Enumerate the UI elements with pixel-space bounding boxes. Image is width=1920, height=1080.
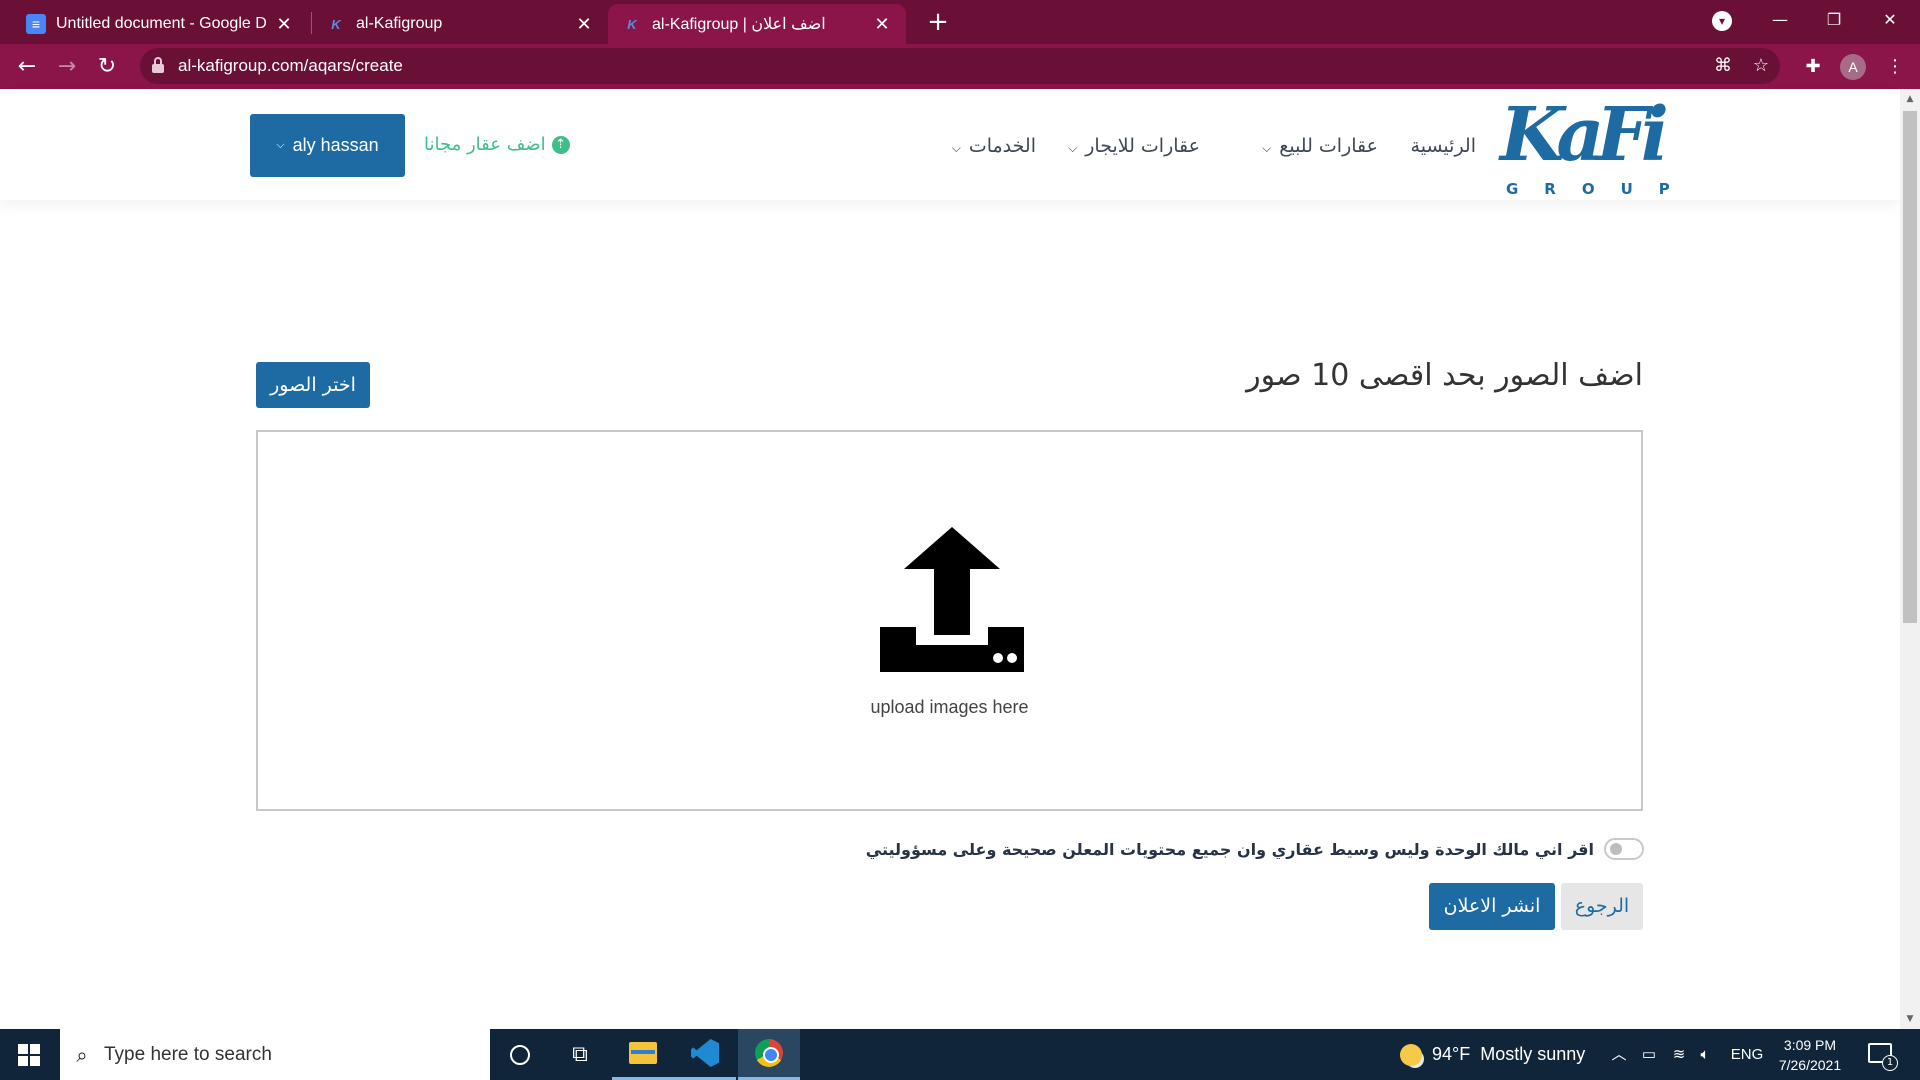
chevron-down-icon: ⌵ xyxy=(276,139,285,151)
site-header: KaFi GROUP الرئيسية عقارات للبيع ⌵ عقارات… xyxy=(0,89,1900,200)
nav-for-sale[interactable]: عقارات للبيع ⌵ xyxy=(1262,135,1378,157)
upload-hint-text: upload images here xyxy=(870,697,1029,717)
scrollbar-thumb[interactable] xyxy=(1903,111,1917,623)
task-view-button[interactable]: ⧉ xyxy=(549,1029,611,1080)
input-language[interactable]: ENG xyxy=(1726,1029,1768,1080)
notification-center-icon[interactable]: 1 xyxy=(1868,1043,1898,1071)
menu-kebab-icon[interactable]: ⋮ xyxy=(1880,52,1910,82)
upload-plus-icon: ⇡ xyxy=(551,135,570,154)
system-clock[interactable]: 3:09 PM 7/26/2021 xyxy=(1770,1035,1850,1075)
docs-icon: ≡ xyxy=(26,14,46,34)
cortana-button[interactable] xyxy=(489,1029,551,1080)
browser-toolbar: ← → ↻ al-kafigroup.com/aqars/create ⌘ ☆ … xyxy=(0,44,1920,89)
user-menu-button[interactable]: ⌵ aly hassan xyxy=(250,114,405,177)
add-free-label: اضف عقار مجانا xyxy=(424,134,546,155)
scroll-down-arrow-icon[interactable]: ▼ xyxy=(1900,1009,1920,1029)
nav-label: عقارات للايجار xyxy=(1085,135,1200,157)
address-bar[interactable]: al-kafigroup.com/aqars/create ⌘ ☆ xyxy=(140,48,1780,84)
forward-arrow-icon[interactable]: → xyxy=(50,50,84,84)
reload-icon[interactable]: ↻ xyxy=(90,50,124,84)
logo-subtitle: GROUP xyxy=(1506,180,1696,198)
nav-label: عقارات للبيع xyxy=(1279,135,1378,157)
publish-listing-button[interactable]: انشر الاعلان xyxy=(1429,883,1555,930)
notification-count-badge: 1 xyxy=(1882,1055,1898,1071)
windows-taskbar: ⌕ Type here to search ⧉ 94°F Mostly sunn… xyxy=(0,1029,1920,1080)
volume-icon[interactable]: 🔈︎ xyxy=(1692,1029,1718,1080)
page-scrollbar[interactable]: ▲ ▼ xyxy=(1900,89,1920,1029)
tab-title: Untitled document - Google Docs xyxy=(56,15,266,32)
back-arrow-icon[interactable]: ← xyxy=(10,50,44,84)
tab-al-kafigroup[interactable]: K al-Kafigroup ✕ xyxy=(312,4,608,44)
wifi-icon[interactable]: ≋ xyxy=(1666,1029,1692,1080)
weather-condition: Mostly sunny xyxy=(1480,1044,1586,1064)
kafi-group-logo[interactable]: KaFi GROUP xyxy=(1500,92,1670,198)
file-explorer-icon xyxy=(629,1042,657,1064)
tab-google-docs[interactable]: ≡ Untitled document - Google Docs ✕ xyxy=(12,4,308,44)
ownership-confirmation: اقر اني مالك الوحدة وليس وسيط عقاري وان … xyxy=(866,838,1644,860)
search-icon: ⌕ xyxy=(76,1042,88,1067)
taskbar-search-placeholder: Type here to search xyxy=(104,1043,272,1065)
image-dropzone[interactable]: upload images here xyxy=(256,430,1643,811)
vscode-icon xyxy=(691,1039,719,1067)
ownership-toggle[interactable] xyxy=(1604,838,1644,860)
minimize-icon[interactable]: — xyxy=(1752,0,1808,40)
chevron-down-icon: ⌵ xyxy=(1262,141,1272,155)
url-text[interactable]: al-kafigroup.com/aqars/create xyxy=(178,48,403,84)
close-icon[interactable]: ✕ xyxy=(574,14,594,35)
nav-for-rent[interactable]: عقارات للايجار ⌵ xyxy=(1068,135,1200,157)
add-free-listing-link[interactable]: ⇡ اضف عقار مجانا xyxy=(424,134,570,155)
chevron-down-icon: ⌵ xyxy=(1068,141,1078,155)
new-tab-button[interactable]: + xyxy=(922,6,954,38)
chrome-taskbar-button[interactable] xyxy=(738,1029,800,1080)
chevron-down-icon: ⌵ xyxy=(951,141,961,155)
file-explorer-button[interactable] xyxy=(612,1029,674,1080)
close-icon[interactable]: ✕ xyxy=(872,14,892,35)
tab-search-icon[interactable]: ▾ xyxy=(1712,11,1732,31)
kafi-icon: K xyxy=(627,16,637,32)
toggle-knob xyxy=(1610,843,1622,855)
ownership-confirmation-label[interactable]: اقر اني مالك الوحدة وليس وسيط عقاري وان … xyxy=(866,840,1594,859)
clock-date: 7/26/2021 xyxy=(1778,1057,1842,1073)
close-icon[interactable]: ✕ xyxy=(274,14,294,35)
bookmark-star-icon[interactable]: ☆ xyxy=(1746,51,1776,81)
tab-title: al-Kafigroup | اضف اعلان xyxy=(652,16,826,33)
nav-label: الرئيسية xyxy=(1410,135,1476,157)
choose-images-button[interactable]: اختر الصور xyxy=(256,362,370,408)
taskbar-search-box[interactable]: ⌕ Type here to search xyxy=(60,1029,490,1080)
scroll-up-arrow-icon[interactable]: ▲ xyxy=(1900,89,1920,109)
tab-add-listing[interactable]: K al-Kafigroup | اضف اعلان ✕ xyxy=(608,4,906,44)
nav-services[interactable]: الخدمات ⌵ xyxy=(952,135,1036,157)
lock-icon[interactable] xyxy=(152,57,164,73)
windows-start-icon[interactable] xyxy=(18,1044,40,1066)
profile-avatar[interactable]: A xyxy=(1840,54,1866,80)
upload-icon xyxy=(880,527,1024,672)
translate-icon[interactable]: ⌘ xyxy=(1708,51,1738,81)
user-name: aly hassan xyxy=(292,135,379,155)
browser-tab-strip: ≡ Untitled document - Google Docs ✕ K al… xyxy=(0,0,1920,44)
back-button[interactable]: الرجوع xyxy=(1561,883,1643,930)
page-title: اضف الصور بحد اقصى 10 صور xyxy=(1246,358,1643,393)
vscode-button[interactable] xyxy=(674,1029,736,1080)
nav-home[interactable]: الرئيسية xyxy=(1411,135,1476,157)
chrome-icon xyxy=(755,1039,783,1067)
clock-time: 3:09 PM xyxy=(1783,1037,1837,1053)
show-hidden-icons-chevron-icon[interactable]: ︿ xyxy=(1606,1029,1632,1080)
sun-cloud-icon xyxy=(1400,1043,1422,1066)
extensions-icon[interactable]: ✚ xyxy=(1798,52,1828,82)
window-close-icon[interactable]: ✕ xyxy=(1862,0,1918,40)
battery-icon[interactable]: ▭ xyxy=(1636,1029,1662,1080)
tab-title: al-Kafigroup xyxy=(356,15,443,32)
kafi-icon: K xyxy=(331,16,341,32)
task-view-icon: ⧉ xyxy=(572,1042,588,1067)
cortana-circle-icon xyxy=(510,1044,530,1065)
weather-temperature: 94°F xyxy=(1432,1044,1471,1064)
weather-widget[interactable]: 94°F Mostly sunny xyxy=(1400,1029,1585,1080)
logo-wordmark: KaFi xyxy=(1500,92,1669,178)
restore-icon[interactable]: ❐ xyxy=(1806,0,1862,40)
nav-label: الخدمات xyxy=(968,135,1036,157)
